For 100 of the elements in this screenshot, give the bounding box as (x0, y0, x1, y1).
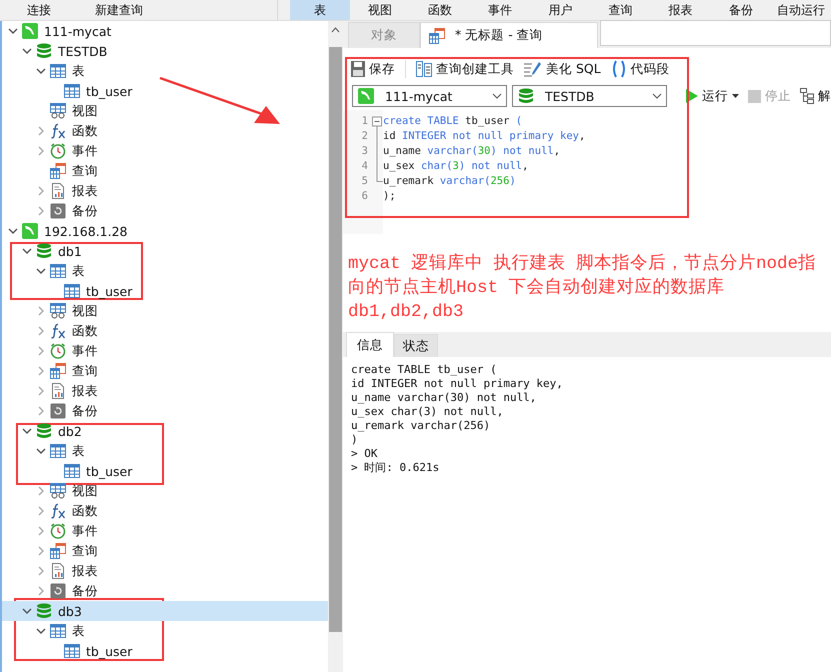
result-tab[interactable]: 信息 (346, 332, 394, 357)
beautify-icon (524, 61, 542, 77)
line-number: 1 (362, 114, 368, 129)
builder-icon (416, 61, 432, 77)
tree-item[interactable]: 查询 (34, 161, 98, 181)
ribbon-item[interactable]: 新建查询 (78, 0, 160, 20)
tree-item[interactable]: tb_user (48, 461, 132, 481)
ribbon-tab[interactable]: 用户 (530, 0, 590, 20)
database-select[interactable]: TESTDB (512, 85, 667, 107)
scroll-up-icon[interactable] (331, 27, 340, 33)
ribbon-item[interactable]: 连接 (0, 0, 78, 20)
tree-item[interactable]: 事件 (34, 141, 98, 161)
ribbon-tab[interactable]: 函数 (410, 0, 470, 20)
code-line: create TABLE tb_user ( (383, 114, 524, 129)
toolbar-button[interactable]: 保存 (351, 60, 395, 78)
tree-item[interactable]: 备份 (34, 401, 98, 421)
tree-item[interactable]: 表 (34, 61, 85, 81)
table-icon (50, 263, 66, 279)
report-icon (50, 183, 66, 199)
tree-item[interactable]: 函数 (34, 121, 98, 141)
tree-item[interactable]: 查询 (34, 541, 98, 561)
message-line: u_name varchar(30) not null, (351, 391, 538, 405)
report-icon (50, 563, 66, 579)
toolbar-button[interactable]: 美化 SQL (524, 60, 601, 78)
tree-item[interactable]: 报表 (34, 181, 98, 201)
table-icon (64, 643, 80, 659)
dolphin-icon (358, 88, 374, 104)
annotation-text: db1,db2,db3 (348, 301, 465, 324)
result-tab[interactable]: 状态 (394, 334, 438, 357)
message-line: u_remark varchar(256) (351, 419, 492, 433)
database-icon (36, 603, 52, 619)
ribbon-tab[interactable]: 备份 (710, 0, 771, 20)
dolphin-icon (22, 223, 38, 239)
tree-item[interactable]: 事件 (34, 521, 98, 541)
ribbon-tab[interactable]: 自动运行 (770, 0, 831, 20)
tree-item[interactable]: 表 (34, 621, 85, 641)
tree-item[interactable]: 事件 (34, 341, 98, 361)
tree-item[interactable]: 视图 (34, 101, 98, 121)
tree-item[interactable]: 192.168.1.28 (6, 221, 128, 241)
tree-item[interactable]: 函数 (34, 321, 98, 341)
fold-toggle-icon[interactable] (372, 116, 382, 129)
parentheses-icon (610, 60, 627, 78)
tree-item[interactable]: 备份 (34, 581, 98, 601)
clock-icon (50, 343, 66, 359)
tree-item[interactable]: db1 (20, 241, 82, 261)
play-icon (686, 89, 698, 103)
code-line: u_remark varchar(256) (383, 174, 517, 189)
tree-item[interactable]: 报表 (34, 561, 98, 581)
backup-icon (50, 583, 66, 599)
line-number: 3 (362, 144, 368, 159)
tree-item[interactable]: 报表 (34, 381, 98, 401)
tree-item[interactable]: 表 (34, 261, 85, 281)
database-icon (36, 43, 52, 59)
ribbon-tab[interactable]: 查询 (590, 0, 651, 20)
tree-item[interactable]: 视图 (34, 481, 98, 501)
code-line: ); (383, 189, 397, 204)
tree-item[interactable]: 表 (34, 441, 85, 461)
ribbon-tab[interactable]: 表 (290, 0, 350, 20)
query-icon (50, 543, 66, 559)
tree-item[interactable]: db2 (20, 421, 82, 441)
editor-tab[interactable]: * 无标题 - 查询 (420, 22, 598, 48)
ribbon-tab[interactable]: 视图 (350, 0, 410, 20)
tree-item[interactable]: tb_user (48, 641, 132, 661)
message-line: id INTEGER not null primary key, (351, 377, 564, 391)
tree-item[interactable]: 函数 (34, 501, 98, 521)
view-icon (50, 303, 66, 319)
tree-item[interactable]: db3 (2, 601, 328, 621)
database-icon (36, 243, 52, 259)
tree-item[interactable]: 111-mycat (6, 21, 112, 41)
backup-icon (50, 203, 66, 219)
stop-icon (748, 90, 761, 102)
line-number: 5 (362, 174, 368, 189)
table-icon (50, 623, 66, 639)
query-icon (50, 363, 66, 379)
tree-item[interactable]: 视图 (34, 301, 98, 321)
toolbar-button[interactable]: 代码段 (610, 60, 670, 78)
ribbon-tab[interactable]: 报表 (650, 0, 711, 20)
code-line: u_name varchar(30) not null, (383, 144, 562, 159)
line-number: 6 (362, 189, 368, 204)
message-line: create TABLE tb_user ( (351, 363, 498, 377)
tree-item[interactable]: tb_user (48, 281, 132, 301)
query-icon (50, 163, 66, 179)
run-button[interactable]: 运行 (686, 88, 739, 104)
connection-select[interactable]: 111-mycat (352, 85, 507, 107)
toolbar-button[interactable]: 查询创建工具 (416, 60, 514, 78)
tree-item[interactable]: tb_user (48, 81, 132, 101)
database-icon (518, 88, 534, 104)
message-line: > 时间: 0.621s (351, 461, 440, 475)
report-icon (50, 383, 66, 399)
tree-item[interactable]: TESTDB (20, 41, 108, 61)
explain-button[interactable]: 解 (800, 88, 831, 104)
function-icon (50, 323, 66, 339)
backup-icon (50, 403, 66, 419)
scrollbar[interactable] (328, 21, 343, 672)
table-icon (50, 63, 66, 79)
tree-item[interactable]: 查询 (34, 361, 98, 381)
ribbon-tab[interactable]: 事件 (470, 0, 530, 20)
dolphin-icon (22, 23, 38, 39)
tree-item[interactable]: 备份 (34, 201, 98, 221)
clock-icon (50, 523, 66, 539)
